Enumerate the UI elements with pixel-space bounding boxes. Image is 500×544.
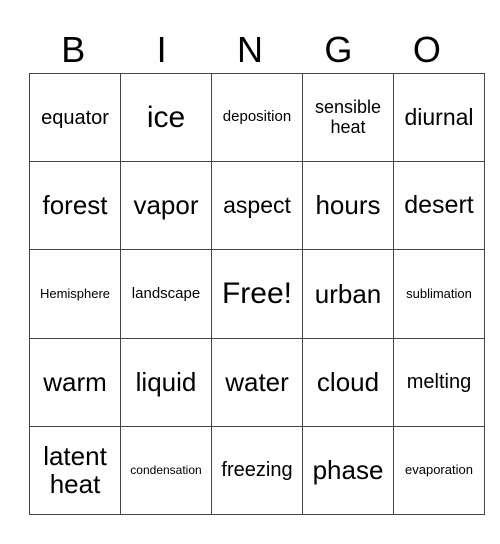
- card-cell[interactable]: desert: [393, 161, 485, 251]
- card-cell[interactable]: Hemisphere: [29, 249, 121, 339]
- card-cell[interactable]: liquid: [120, 337, 212, 427]
- card-cell[interactable]: latent heat: [29, 425, 121, 516]
- card-cell[interactable]: ice: [120, 72, 212, 163]
- card-cell[interactable]: freezing: [211, 425, 303, 516]
- card-cell[interactable]: urban: [302, 249, 394, 339]
- bingo-header: B I N G O: [29, 28, 471, 72]
- card-row: Hemisphere landscape Free! urban sublima…: [29, 249, 485, 339]
- card-cell[interactable]: cloud: [302, 337, 394, 427]
- card-cell[interactable]: warm: [29, 337, 121, 427]
- card-cell[interactable]: hours: [302, 161, 394, 251]
- free-space-cell[interactable]: Free!: [211, 249, 303, 339]
- header-letter-i: I: [156, 29, 167, 70]
- card-cell[interactable]: sublimation: [393, 249, 485, 339]
- header-letter-n: N: [237, 29, 264, 70]
- card-cell[interactable]: equator: [29, 72, 121, 163]
- card-cell[interactable]: condensation: [120, 425, 212, 516]
- bingo-card: equator ice deposition sensible heat diu…: [29, 72, 485, 516]
- card-row: latent heat condensation freezing phase …: [29, 425, 485, 516]
- card-row: warm liquid water cloud melting: [29, 337, 485, 427]
- card-cell[interactable]: melting: [393, 337, 485, 427]
- card-row: forest vapor aspect hours desert: [29, 161, 485, 251]
- card-cell[interactable]: phase: [302, 425, 394, 516]
- card-cell[interactable]: diurnal: [393, 72, 485, 163]
- card-cell[interactable]: landscape: [120, 249, 212, 339]
- header-letter-o: O: [412, 29, 441, 70]
- header-letter-b: B: [61, 29, 86, 70]
- card-cell[interactable]: sensible heat: [302, 72, 394, 163]
- card-cell[interactable]: forest: [29, 161, 121, 251]
- card-row: equator ice deposition sensible heat diu…: [29, 72, 485, 163]
- header-letter-g: G: [324, 29, 353, 70]
- card-cell[interactable]: water: [211, 337, 303, 427]
- card-cell[interactable]: deposition: [211, 72, 303, 163]
- card-cell[interactable]: vapor: [120, 161, 212, 251]
- card-cell[interactable]: aspect: [211, 161, 303, 251]
- card-cell[interactable]: evaporation: [393, 425, 485, 516]
